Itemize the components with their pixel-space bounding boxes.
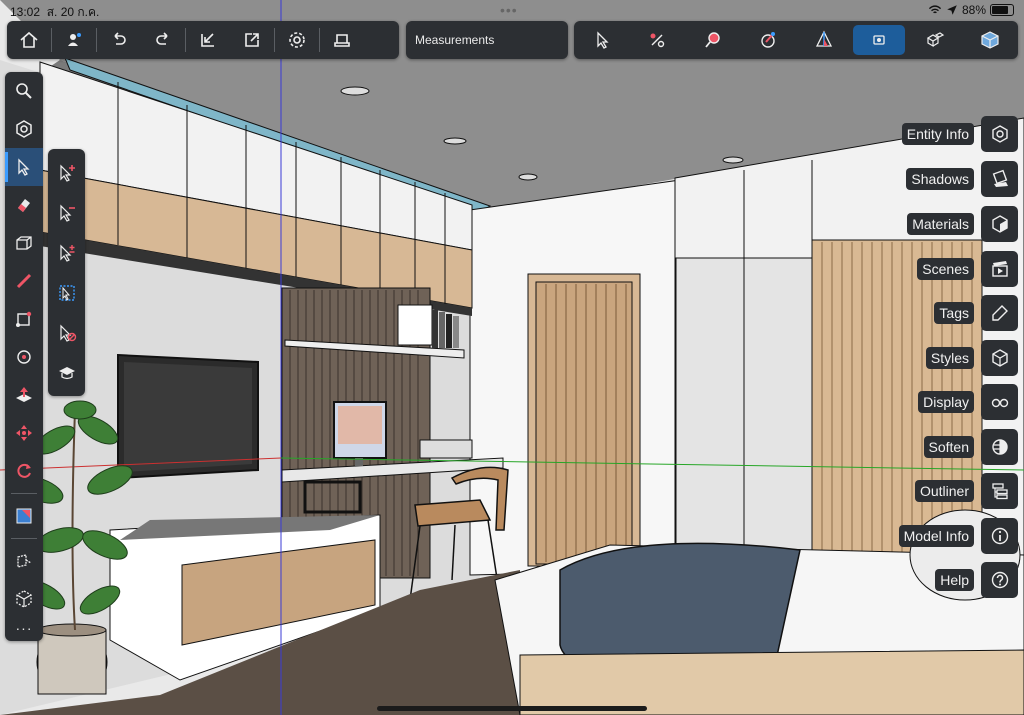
components-icon[interactable]	[909, 21, 961, 59]
panel-label[interactable]: Entity Info	[901, 123, 974, 145]
measurements-label: Measurements	[415, 33, 495, 47]
select-tool-icon[interactable]	[5, 148, 43, 186]
panel-label[interactable]: Help	[935, 569, 974, 591]
section-icon[interactable]	[798, 21, 850, 59]
select-add-icon[interactable]	[48, 153, 85, 193]
panel-materials[interactable]: Materials	[900, 206, 1018, 242]
battery-icon	[990, 4, 1014, 16]
panel-label[interactable]: Shadows	[906, 168, 974, 190]
panel-soften[interactable]: Soften	[900, 429, 1018, 465]
home-indicator[interactable]	[377, 706, 647, 711]
entity-info-icon[interactable]	[981, 116, 1018, 152]
push-pull-icon[interactable]	[5, 376, 43, 414]
search-view-icon[interactable]	[687, 21, 739, 59]
orbit-icon[interactable]	[631, 21, 683, 59]
panel-help[interactable]: Help	[900, 562, 1018, 598]
multitask-dots[interactable]: •••	[500, 2, 518, 18]
pencil-icon[interactable]	[5, 262, 43, 300]
select-flyout	[48, 149, 85, 396]
panel-label[interactable]: Scenes	[917, 258, 974, 280]
status-right: 88%	[928, 3, 1014, 17]
panel-outliner[interactable]: Outliner	[900, 473, 1018, 509]
rectangle-icon[interactable]	[5, 300, 43, 338]
top-toolbar-left	[7, 21, 399, 59]
tape-measure-icon[interactable]	[5, 542, 43, 580]
print-icon[interactable]	[320, 21, 364, 59]
panel-styles[interactable]: Styles	[900, 340, 1018, 376]
more-tools-button[interactable]: ···	[16, 620, 33, 636]
panel-shadows[interactable]: Shadows	[900, 161, 1018, 197]
select-all-icon[interactable]	[48, 273, 85, 313]
panel-label[interactable]: Styles	[925, 347, 974, 369]
materials-icon[interactable]	[981, 206, 1018, 242]
battery-percent: 88%	[961, 3, 986, 17]
viewport-3d[interactable]	[0, 0, 1024, 715]
move-icon[interactable]	[5, 414, 43, 452]
redo-icon[interactable]	[141, 21, 185, 59]
import-icon[interactable]	[186, 21, 230, 59]
orbit-tool-icon[interactable]	[5, 110, 43, 148]
wifi-icon	[928, 5, 942, 14]
display-icon[interactable]	[981, 384, 1018, 420]
measurements-box[interactable]: Measurements	[406, 21, 568, 59]
component-icon[interactable]	[5, 580, 43, 618]
xray-icon[interactable]	[742, 21, 794, 59]
panel-label[interactable]: Outliner	[914, 480, 974, 502]
learn-icon[interactable]	[48, 353, 85, 393]
undo-icon[interactable]	[97, 21, 141, 59]
top-toolbar-right	[574, 21, 1018, 59]
rotate-icon[interactable]	[5, 452, 43, 490]
panel-label[interactable]: Tags	[934, 302, 974, 324]
panel-label[interactable]: Model Info	[898, 525, 974, 547]
status-bar: 13:02 ส. 20 ก.ค. ••• 88%	[0, 0, 1024, 20]
panel-tags[interactable]: Tags	[900, 295, 1018, 331]
camera-active-icon[interactable]	[853, 25, 906, 55]
styles-icon[interactable]	[981, 340, 1018, 376]
panel-label[interactable]: Display	[918, 391, 974, 413]
panel-scenes[interactable]: Scenes	[900, 251, 1018, 287]
select-subtract-icon[interactable]	[48, 193, 85, 233]
left-toolbar: ···	[5, 72, 43, 641]
toolbar-divider	[11, 493, 37, 494]
account-icon[interactable]	[52, 21, 96, 59]
paint-bucket-icon[interactable]	[5, 497, 43, 535]
panel-model-info[interactable]: Model Info	[898, 518, 1018, 554]
eraser-icon[interactable]	[5, 186, 43, 224]
location-icon	[947, 5, 957, 15]
select-icon[interactable]	[576, 21, 628, 59]
select-toggle-icon[interactable]	[48, 233, 85, 273]
home-icon[interactable]	[7, 21, 51, 59]
circle-icon[interactable]	[5, 338, 43, 376]
tags-icon[interactable]	[981, 295, 1018, 331]
settings-icon[interactable]	[275, 21, 319, 59]
toolbar-divider	[11, 538, 37, 539]
search-icon[interactable]	[5, 72, 43, 110]
panel-entity-info[interactable]: Entity Info	[900, 116, 1018, 152]
shadows-icon[interactable]	[981, 161, 1018, 197]
status-time: 13:02 ส. 20 ก.ค.	[10, 5, 100, 19]
deselect-icon[interactable]	[48, 313, 85, 353]
box-icon[interactable]	[5, 224, 43, 262]
panel-display[interactable]: Display	[900, 384, 1018, 420]
panel-label[interactable]: Soften	[923, 436, 974, 458]
panel-label[interactable]: Materials	[907, 213, 974, 235]
export-icon[interactable]	[230, 21, 274, 59]
soften-icon[interactable]	[981, 429, 1018, 465]
scenes-icon[interactable]	[981, 251, 1018, 287]
cube-icon[interactable]	[964, 21, 1016, 59]
outliner-icon[interactable]	[981, 473, 1018, 509]
help-icon[interactable]	[981, 562, 1018, 598]
model-info-icon[interactable]	[981, 518, 1018, 554]
